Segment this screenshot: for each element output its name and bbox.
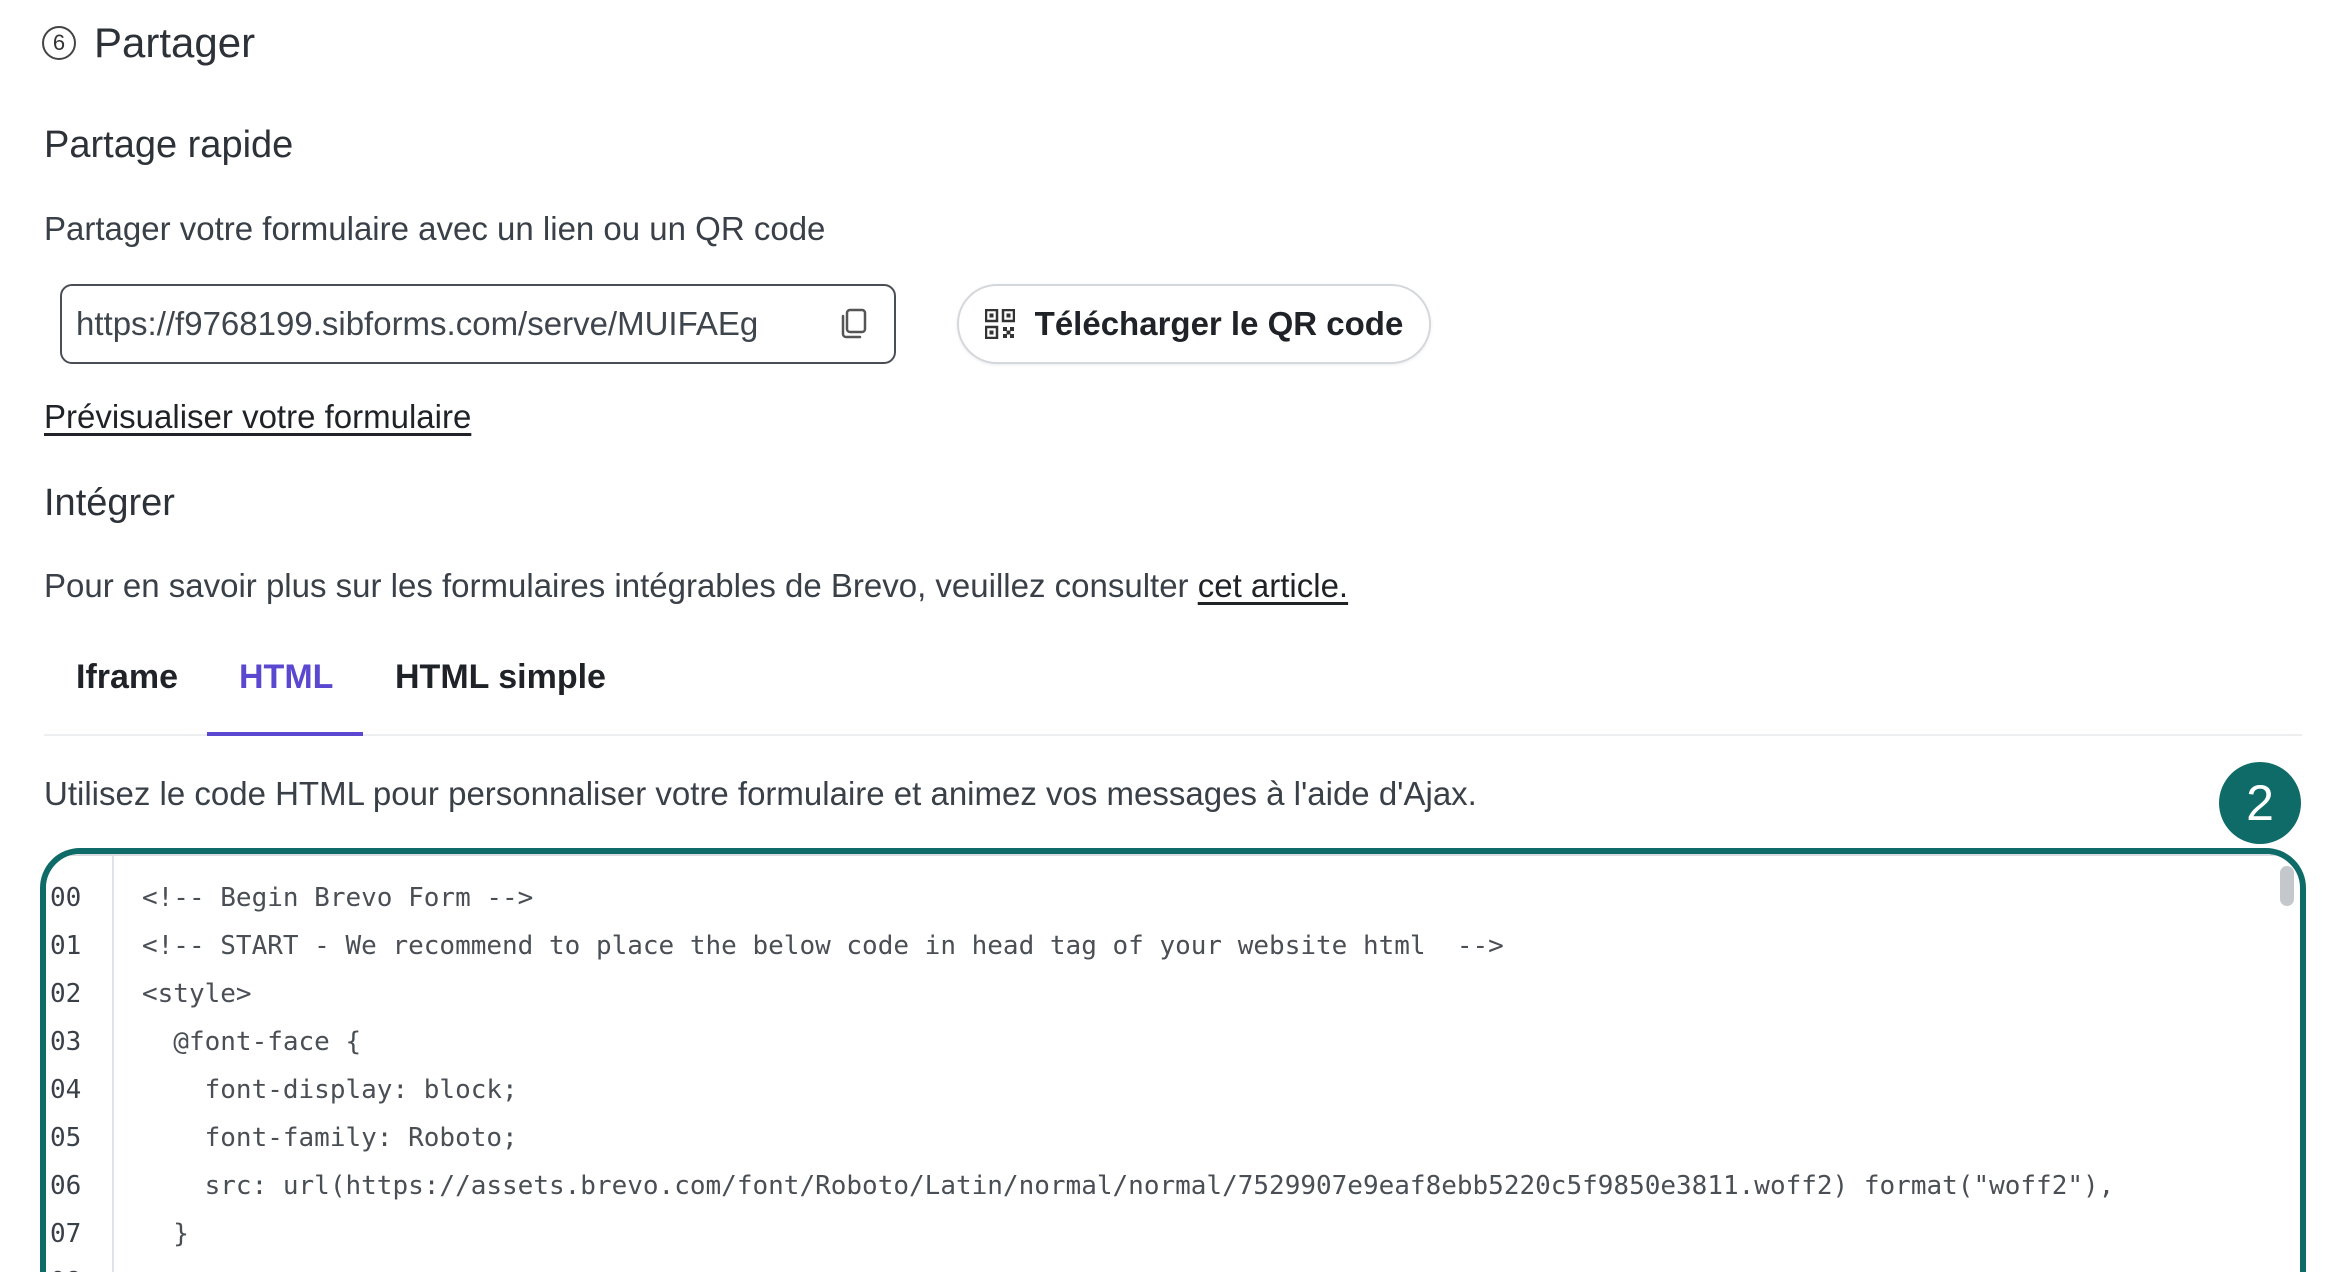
- step-badge: 2: [2219, 762, 2301, 844]
- preview-form-link[interactable]: Prévisualiser votre formulaire: [44, 400, 471, 433]
- tab-iframe[interactable]: Iframe: [76, 660, 178, 694]
- code-line: src: url(https://assets.brevo.com/font/R…: [142, 1171, 2115, 1201]
- integrate-title: Intégrer: [44, 482, 175, 524]
- code-line: @font-face {: [142, 1027, 362, 1057]
- article-link[interactable]: cet article.: [1198, 567, 1348, 604]
- line-number: 00: [50, 883, 82, 913]
- quick-share-title: Partage rapide: [44, 124, 294, 166]
- code-line: }: [142, 1219, 189, 1249]
- tab-html-simple[interactable]: HTML simple: [395, 660, 606, 694]
- share-settings-page: 6 Partager Partage rapide Partager votre…: [0, 0, 2342, 1272]
- code-line: font-display: block;: [142, 1075, 518, 1105]
- code-editor[interactable]: 00 <!-- Begin Brevo Form --> 01 <!-- STA…: [40, 848, 2306, 1272]
- step-title: Partager: [94, 19, 256, 66]
- line-number: 01: [50, 931, 82, 961]
- download-qr-button[interactable]: Télécharger le QR code: [957, 284, 1431, 364]
- line-number: 02: [50, 979, 82, 1009]
- integrate-description-text: Pour en savoir plus sur les formulaires …: [44, 567, 1198, 604]
- line-number: 06: [50, 1171, 82, 1201]
- code-editor-content[interactable]: 00 <!-- Begin Brevo Form --> 01 <!-- STA…: [46, 854, 2300, 1272]
- line-number: 08: [50, 1258, 81, 1272]
- line-number: 05: [50, 1123, 82, 1153]
- code-scrollbar[interactable]: [2280, 866, 2294, 906]
- active-tab-indicator: [207, 732, 363, 736]
- code-line: <!-- Begin Brevo Form -->: [142, 883, 534, 913]
- line-number: 04: [50, 1075, 82, 1105]
- step-number-icon: 6: [42, 26, 76, 60]
- qr-code-icon: [984, 309, 1015, 339]
- download-qr-label: Télécharger le QR code: [1034, 305, 1404, 342]
- step-heading: 6 Partager: [42, 22, 255, 64]
- quick-share-description: Partager votre formulaire avec un lien o…: [44, 210, 826, 247]
- tab-html[interactable]: HTML: [239, 660, 333, 694]
- line-number: 03: [50, 1027, 82, 1057]
- embed-tabs: Iframe HTML HTML simple: [44, 640, 2302, 736]
- integrate-description: Pour en savoir plus sur les formulaires …: [44, 569, 1348, 602]
- share-url-input[interactable]: [76, 305, 818, 343]
- code-line: font-family: Roboto;: [142, 1123, 518, 1153]
- code-line: <!-- START - We recommend to place the b…: [142, 931, 1504, 961]
- code-line: <style>: [142, 979, 252, 1009]
- html-description: Utilisez le code HTML pour personnaliser…: [44, 775, 1477, 812]
- copy-icon[interactable]: [834, 304, 874, 344]
- line-number: 07: [50, 1219, 82, 1249]
- share-url-field[interactable]: [60, 284, 896, 364]
